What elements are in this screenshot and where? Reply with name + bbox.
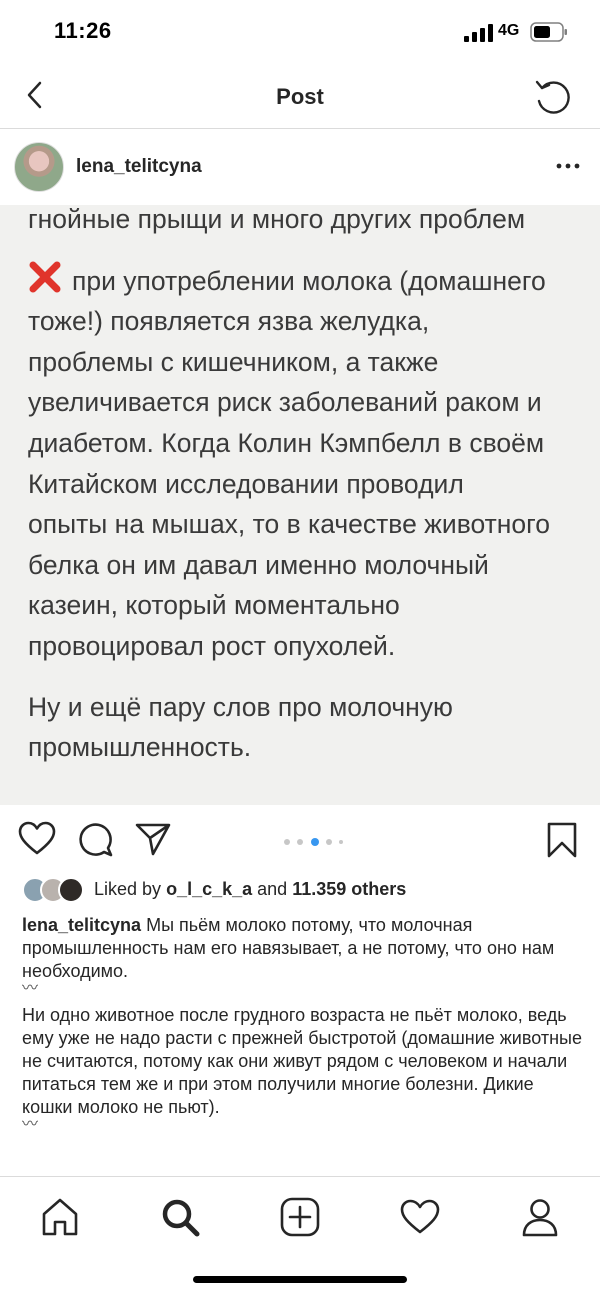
red-cross-icon [29,261,61,293]
comment-icon[interactable] [78,821,114,857]
heart-icon[interactable] [18,821,56,857]
liker-avatars [22,877,84,903]
image-text-line: промышленность. [28,732,252,763]
caption-paragraph-1: lena_telitcyna Мы пьём молоко потому, чт… [22,914,582,982]
likes-row[interactable]: Liked by o_l_c_k_a and 11.359 others [22,876,582,906]
liker-username[interactable]: o_l_c_k_a [166,879,252,899]
share-icon[interactable] [134,821,172,857]
carousel-indicator [284,838,343,846]
search-icon[interactable] [158,1195,202,1239]
image-text-line: проблемы с кишечником, а также [28,346,439,377]
status-bar: 11:26 4G [0,0,600,64]
image-text-paragraph-2: Ну и ещё пару слов про молочную промышле… [28,687,600,768]
likes-prefix: Liked by [94,879,162,899]
nav-bar: Post [0,64,600,129]
bookmark-icon[interactable] [546,821,578,859]
likes-text: Liked by o_l_c_k_a and 11.359 others [94,879,406,900]
post-image[interactable]: гнойные прыщи и много других проблем при… [0,205,600,805]
image-text-line: увеличивается риск заболеваний раком и [28,387,542,418]
caption-paragraph-2: Ни одно животное после грудного возраста… [22,1005,582,1117]
image-text-paragraph-1: при употреблении молока (домашнего тоже!… [28,260,600,667]
image-text-line: при употреблении молока (домашнего [72,265,546,296]
image-text-line: провоцировал рост опухолей. [28,630,396,661]
wave-divider: 〰 [22,1116,39,1134]
post-image-text: гнойные прыщи и много других проблем при… [28,205,600,788]
activity-heart-icon[interactable] [398,1195,442,1239]
new-post-icon[interactable] [278,1195,322,1239]
status-time: 11:26 [54,18,112,43]
image-text-line: Китайском исследовании проводил [28,468,464,499]
more-options-icon[interactable] [556,156,580,176]
caption-username[interactable]: lena_telitcyna [22,915,141,935]
battery-icon [530,22,567,42]
network-type: 4G [498,22,520,39]
image-text-line: диабетом. Когда Колин Кэмпбелл в своём [28,427,545,458]
image-text-line: казеин, который моментально [28,590,400,621]
post-header: lena_telitcyna [0,129,600,204]
post-username[interactable]: lena_telitcyna [76,156,202,178]
image-text-line: тоже!) появляется язва желудка, [28,306,430,337]
home-indicator [193,1276,407,1283]
profile-icon[interactable] [518,1195,562,1239]
post-actions [0,805,600,875]
image-text-top-line: гнойные прыщи и много других проблем [28,205,526,234]
caption: lena_telitcyna Мы пьём молоко потому, чт… [22,914,582,1140]
avatar[interactable] [14,142,64,192]
image-text-line: опыты на мышах, то в качестве животного [28,509,550,540]
signal-icon [464,24,493,42]
likes-and: and [257,879,288,899]
refresh-icon[interactable] [532,76,572,116]
image-text-line: Ну и ещё пару слов про молочную [28,691,453,722]
page-title: Post [276,84,324,109]
wave-divider: 〰 [22,980,39,998]
home-icon[interactable] [38,1195,82,1239]
image-text-line: белка он им давал именно молочный [28,549,489,580]
likes-others[interactable]: 11.359 others [292,879,406,899]
